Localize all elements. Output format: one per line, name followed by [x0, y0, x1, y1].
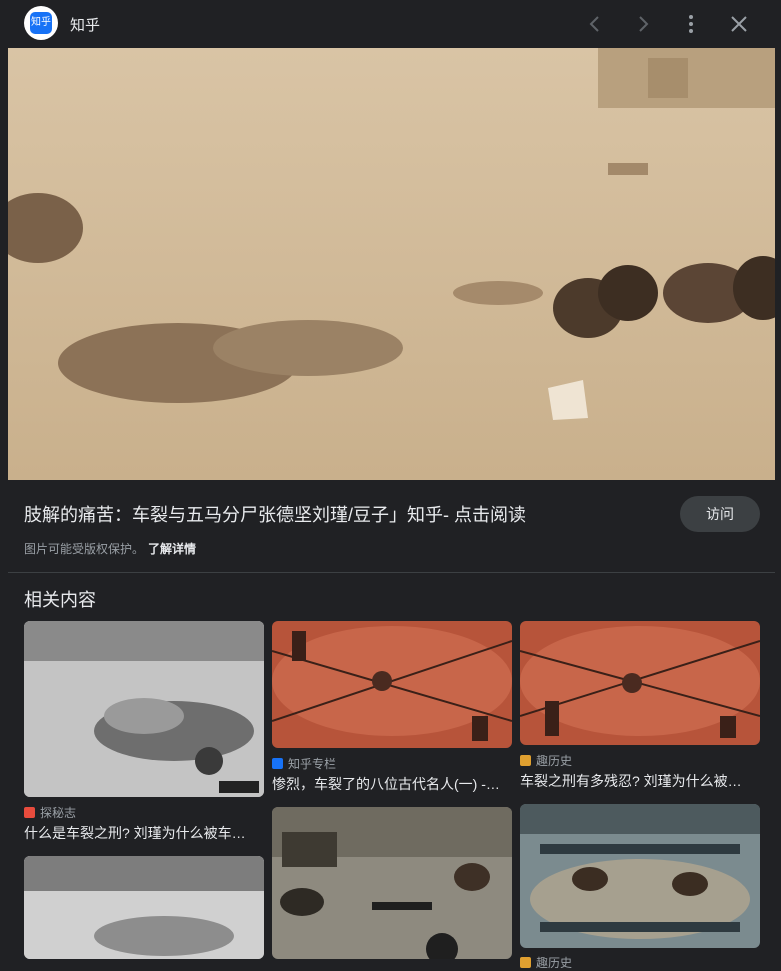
related-source-1[interactable]: 探秘志 [24, 804, 76, 821]
top-bar: 知乎 知乎 [0, 0, 781, 48]
related-title-2[interactable]: 惨烈，车裂了的八位古代名人(一) -… [272, 774, 508, 794]
close-icon[interactable] [725, 10, 753, 38]
related-source-2[interactable]: 知乎专栏 [272, 755, 336, 772]
related-image-4[interactable] [24, 856, 264, 959]
zhihu-logo-icon[interactable]: 知乎 [24, 6, 58, 40]
more-vert-icon[interactable] [677, 10, 705, 38]
related-image-1[interactable] [24, 621, 264, 797]
related-image-6[interactable] [520, 804, 760, 948]
logo-text: 知乎 [30, 12, 52, 34]
source-name: 趣历史 [536, 754, 573, 768]
copyright-notice: 图片可能受版权保护。 了解详情 [24, 540, 196, 557]
source-name: 探秘志 [40, 806, 77, 820]
source-favicon-icon [24, 807, 35, 818]
related-image-2[interactable] [272, 621, 512, 748]
related-source-3[interactable]: 趣历史 [520, 752, 572, 769]
visit-button[interactable]: 访问 [680, 496, 760, 532]
site-name[interactable]: 知乎 [70, 14, 100, 35]
back-arrow-icon[interactable] [581, 10, 609, 38]
divider [8, 572, 775, 573]
related-source-6[interactable]: 趣历史 [520, 954, 572, 971]
related-title-1[interactable]: 什么是车裂之刑? 刘瑾为什么被车… [24, 823, 260, 843]
copyright-text: 图片可能受版权保护。 [24, 542, 145, 556]
related-image-5[interactable] [272, 807, 512, 959]
source-name: 趣历史 [536, 956, 573, 970]
image-caption[interactable]: 肢解的痛苦：车裂与五马分尸张德坚刘瑾/豆子」知乎- 点击阅读 [24, 501, 526, 527]
source-favicon-icon [272, 758, 283, 769]
learn-more-link[interactable]: 了解详情 [148, 542, 196, 556]
related-title-3[interactable]: 车裂之刑有多残忍? 刘瑾为什么被… [520, 771, 756, 791]
source-name: 知乎专栏 [288, 757, 337, 771]
related-image-3[interactable] [520, 621, 760, 745]
forward-arrow-icon[interactable] [629, 10, 657, 38]
source-favicon-icon [520, 755, 531, 766]
main-preview-image[interactable] [8, 48, 775, 480]
related-heading: 相关内容 [24, 590, 96, 610]
